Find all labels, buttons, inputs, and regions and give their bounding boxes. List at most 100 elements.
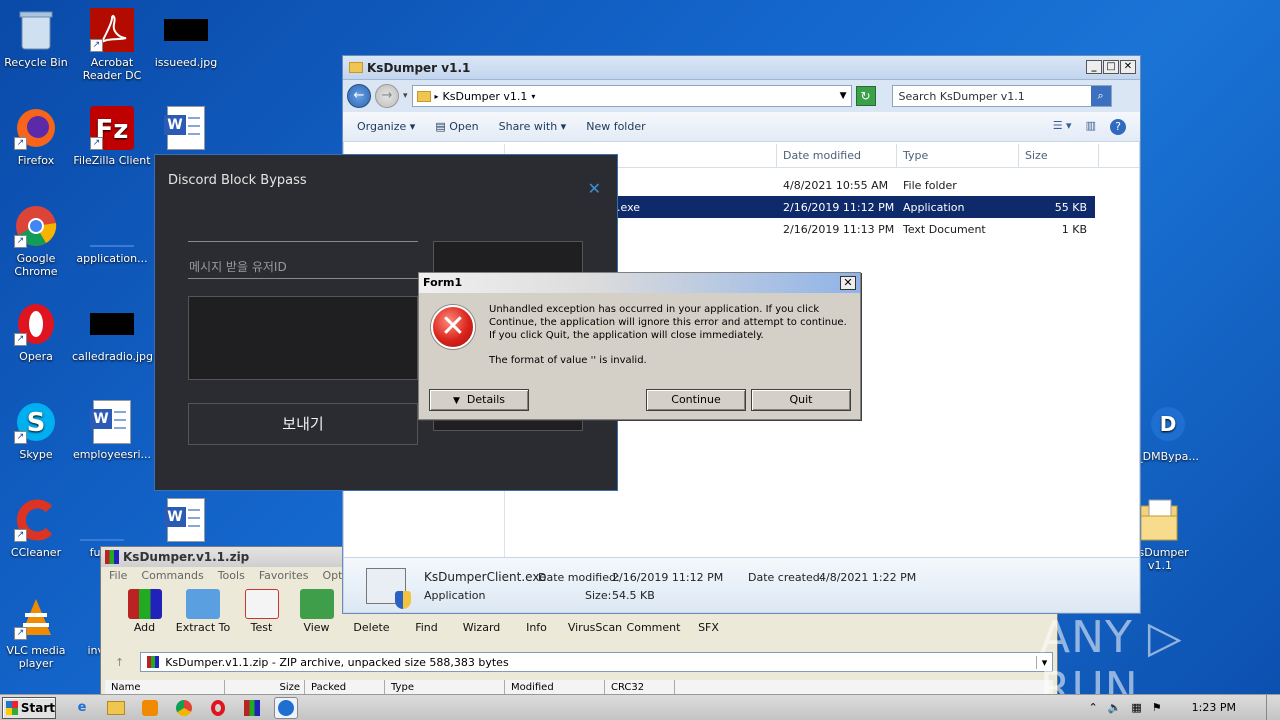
desktop-icon-firefox[interactable]: ↗ Firefox	[0, 106, 76, 167]
file-date: 2/16/2019 11:13 PM	[783, 222, 895, 236]
shortcut-arrow-icon: ↗	[14, 333, 27, 346]
desktop-icon-label: application...	[76, 252, 148, 265]
tray-expand-icon[interactable]: ⌃	[1088, 701, 1097, 714]
search-input[interactable]: Search KsDumper v1.1 ⌕	[891, 85, 1112, 107]
organize-button[interactable]: Organize ▾	[357, 120, 415, 133]
top-input-underline[interactable]	[188, 241, 418, 242]
details-modified-label: Date modified:	[538, 571, 620, 584]
close-button[interactable]: ✕	[1120, 60, 1136, 74]
desktop-icon-filezilla[interactable]: Fz ↗ FileZilla Client	[72, 106, 152, 167]
media-player-icon[interactable]	[138, 697, 162, 719]
desktop-icon-skype[interactable]: S ↗ Skype	[0, 400, 76, 461]
back-arrow-icon[interactable]: ←	[347, 84, 371, 108]
preview-pane-icon[interactable]: ▥	[1086, 119, 1096, 135]
explorer-titlebar[interactable]: KsDumper v1.1 _ □ ✕	[343, 56, 1140, 80]
minimize-button[interactable]: _	[1086, 60, 1102, 74]
details-button[interactable]: ▼ Details	[429, 389, 529, 411]
col-type[interactable]: Type	[897, 144, 1019, 167]
desktop-icon-calledradio[interactable]: calledradio.jpg	[72, 302, 154, 363]
close-icon[interactable]: ✕	[588, 179, 601, 198]
tool-label: Comment	[626, 621, 681, 634]
opera-icon: ↗	[14, 302, 58, 346]
address-dropdown-icon[interactable]: ▼	[840, 91, 851, 101]
taskbar: Start e ⌃ 🔈 ▦ ⚑ 1:23 PM	[0, 694, 1280, 720]
details-created-label: Date created:	[748, 571, 824, 584]
file-type: Text Document	[903, 222, 986, 236]
tool-test-button[interactable]: Test	[234, 585, 289, 637]
chrome-icon: ↗	[14, 204, 58, 248]
forward-arrow-icon[interactable]: →	[375, 84, 399, 108]
shortcut-arrow-icon: ↗	[90, 137, 103, 150]
breadcrumb-item[interactable]: KsDumper v1.1	[443, 90, 528, 103]
desktop-icon-label: FileZilla Client	[73, 154, 151, 167]
user-id-underline	[188, 278, 418, 279]
network-icon[interactable]: ▦	[1131, 701, 1141, 714]
file-date: 4/8/2021 10:55 AM	[783, 178, 889, 192]
tool-add-button[interactable]: Add	[117, 585, 172, 637]
menu-commands[interactable]: Commands	[141, 569, 203, 585]
search-icon[interactable]: ⌕	[1090, 86, 1111, 106]
menu-favorites[interactable]: Favorites	[259, 569, 309, 585]
desktop-icon-chrome[interactable]: ↗ Google Chrome	[0, 204, 76, 278]
clock[interactable]: 1:23 PM	[1172, 701, 1266, 714]
view-controls: ☰ ▾ ▥ ?	[1053, 118, 1140, 135]
maximize-button[interactable]: □	[1103, 60, 1119, 74]
application-icon	[366, 568, 411, 609]
desktop-icon-recycle-bin[interactable]: Recycle Bin	[0, 8, 76, 69]
new-folder-button[interactable]: New folder	[586, 120, 645, 133]
dialog-titlebar[interactable]: Form1	[419, 273, 860, 293]
shortcut-arrow-icon: ↗	[14, 235, 27, 248]
menu-file[interactable]: File	[109, 569, 127, 585]
dialog-close-button[interactable]: ✕	[840, 276, 856, 290]
desktop-icon-word-doc[interactable]: W	[146, 106, 226, 154]
open-button[interactable]: ▤ Open	[435, 120, 478, 133]
quit-button[interactable]: Quit	[751, 389, 851, 411]
chrome-taskbar-icon[interactable]	[172, 697, 196, 719]
details-pane: KsDumperClient.exe Date modified: 2/16/2…	[344, 557, 1139, 612]
tool-extract-button[interactable]: Extract To	[172, 585, 234, 637]
help-icon[interactable]: ?	[1110, 118, 1126, 135]
error-message: Unhandled exception has occurred in your…	[489, 304, 847, 341]
breadcrumb-separator-icon[interactable]: ▸	[435, 92, 439, 101]
action-center-icon[interactable]: ⚑	[1152, 701, 1162, 714]
continue-button[interactable]: Continue	[646, 389, 746, 411]
dialog-title: Form1	[423, 276, 463, 289]
volume-icon[interactable]: 🔈	[1108, 701, 1122, 714]
show-desktop-button[interactable]	[1266, 694, 1280, 720]
desktop-icon-opera[interactable]: ↗ Opera	[0, 302, 76, 363]
tool-view-button[interactable]: View	[289, 585, 344, 637]
chevron-down-icon[interactable]: ▾	[531, 92, 535, 101]
desktop-icon-issueed[interactable]: issueed.jpg	[146, 8, 226, 69]
ie-icon[interactable]: e	[70, 697, 94, 719]
share-with-button[interactable]: Share with ▾	[499, 120, 567, 133]
history-chevron-icon[interactable]: ▾	[403, 91, 408, 101]
start-button[interactable]: Start	[2, 696, 56, 719]
windows-flag-icon	[6, 700, 18, 715]
desktop-icon-employees[interactable]: W employeesri...	[72, 400, 152, 461]
col-date-modified[interactable]: Date modified	[777, 144, 897, 167]
error-detail: The format of value '' is invalid.	[489, 355, 647, 366]
tool-label: Add	[133, 621, 156, 634]
message-textarea[interactable]	[188, 296, 418, 380]
desktop-icon-word-doc-2[interactable]: W	[146, 498, 226, 546]
refresh-icon[interactable]: ↻	[855, 86, 876, 106]
opera-taskbar-icon[interactable]	[206, 697, 230, 719]
col-size[interactable]: Size	[1019, 144, 1099, 167]
archive-path-field[interactable]: KsDumper.v1.1.zip - ZIP archive, unpacke…	[140, 652, 1053, 672]
send-button[interactable]: 보내기	[188, 403, 418, 445]
desktop-icon-acrobat[interactable]: ↗ Acrobat Reader DC	[72, 8, 152, 82]
desktop-icon-application[interactable]: application...	[72, 204, 152, 265]
menu-tools[interactable]: Tools	[218, 569, 245, 585]
add-archive-icon	[127, 589, 162, 619]
explorer-folder-icon[interactable]	[104, 697, 128, 719]
address-field[interactable]: ▸ KsDumper v1.1 ▾ ▼	[411, 85, 852, 107]
system-tray: ⌃ 🔈 ▦ ⚑	[1088, 701, 1171, 714]
tool-label: Test	[250, 621, 273, 634]
winrar-taskbar-icon[interactable]	[240, 697, 264, 719]
discord-bypass-taskbar-icon[interactable]	[274, 696, 298, 719]
up-arrow-icon[interactable]: ↑	[109, 656, 130, 669]
view-options-icon[interactable]: ☰ ▾	[1053, 119, 1072, 135]
error-dialog[interactable]: Form1 ✕ ✕ Unhandled exception has occurr…	[418, 272, 861, 420]
desktop-icon-label: calledradio.jpg	[72, 350, 154, 363]
user-id-input[interactable]: 메시지 받을 유저ID	[189, 258, 287, 275]
